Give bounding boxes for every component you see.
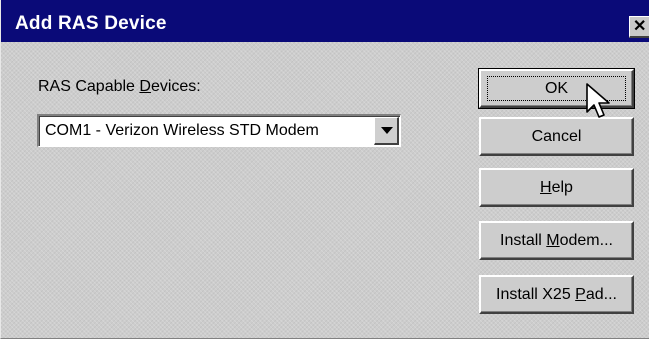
close-icon: ✕ bbox=[633, 17, 647, 35]
mouse-pointer-icon bbox=[586, 83, 610, 118]
devices-selected-value: COM1 - Verizon Wireless STD Modem bbox=[45, 122, 319, 139]
devices-combobox[interactable]: COM1 - Verizon Wireless STD Modem bbox=[37, 114, 401, 147]
devices-label: RAS Capable Devices: bbox=[38, 78, 201, 96]
close-button[interactable]: ✕ bbox=[629, 16, 649, 38]
chevron-down-icon bbox=[381, 127, 393, 134]
help-button[interactable]: Help bbox=[479, 168, 634, 207]
add-ras-device-dialog: Add RAS Device ✕ RAS Capable Devices: CO… bbox=[0, 0, 649, 339]
title-bar: Add RAS Device ✕ bbox=[1, 0, 649, 42]
window-title: Add RAS Device bbox=[15, 13, 167, 34]
dropdown-button[interactable] bbox=[374, 117, 399, 145]
cancel-button[interactable]: Cancel bbox=[479, 117, 634, 156]
install-modem-button-label: Install Modem... bbox=[500, 231, 613, 249]
install-modem-button[interactable]: Install Modem... bbox=[479, 221, 634, 260]
cancel-button-label: Cancel bbox=[531, 127, 582, 145]
install-x25-pad-button[interactable]: Install X25 Pad... bbox=[479, 275, 634, 314]
devices-label-text: RAS Capable Devices: bbox=[38, 78, 201, 95]
install-x25-pad-button-label: Install X25 Pad... bbox=[496, 285, 617, 303]
help-button-label: Help bbox=[540, 178, 573, 196]
